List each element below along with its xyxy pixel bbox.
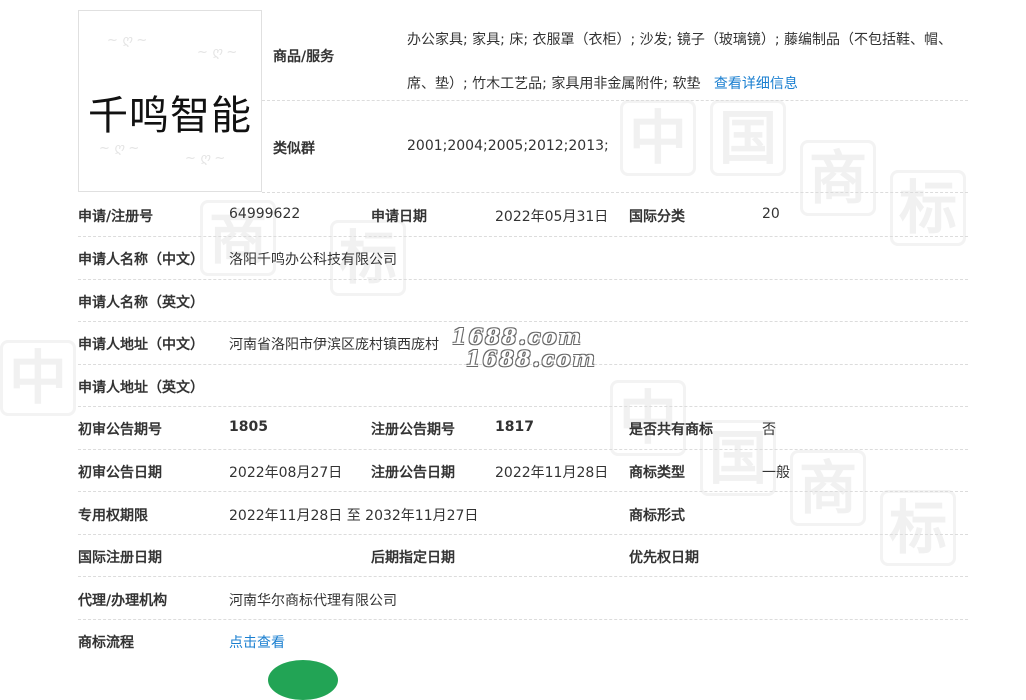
prelim-date-value: 2022年08月27日 — [229, 465, 343, 481]
applicant-cn-label: 申请人名称（中文） — [78, 252, 204, 268]
logo-background-pattern: ~ ღ ~ — [185, 151, 226, 166]
goods-value: 办公家具; 家具; 床; 衣服罩（衣柜）; 沙发; 镜子（玻璃镜）; 藤编制品（… — [407, 32, 952, 92]
watermark-tile: 商 — [800, 140, 876, 216]
divider — [78, 534, 968, 535]
prelim-issue-label: 初审公告期号 — [78, 422, 162, 438]
applicant-en-label: 申请人名称（英文） — [78, 295, 204, 311]
intl-class-label: 国际分类 — [629, 209, 685, 225]
watermark-tile: 商 — [790, 450, 866, 526]
similar-group-label: 类似群 — [273, 141, 315, 157]
view-process-link[interactable]: 点击查看 — [229, 632, 285, 652]
apply-date-label: 申请日期 — [371, 209, 427, 225]
divider — [262, 192, 968, 193]
divider — [78, 491, 968, 492]
tm-form-label: 商标形式 — [629, 508, 685, 524]
reg-date-label: 注册公告日期 — [371, 465, 455, 481]
divider — [78, 321, 968, 322]
divider — [78, 619, 968, 620]
site-watermark: 1688.com — [466, 346, 597, 371]
shared-value: 否 — [762, 422, 776, 438]
logo-background-pattern: ~ ღ ~ — [99, 141, 140, 156]
view-details-link[interactable]: 查看详细信息 — [714, 76, 798, 92]
divider — [78, 406, 968, 407]
tm-type-value: 一般 — [762, 465, 790, 481]
trademark-image: ~ ღ ~ ~ ღ ~ ~ ღ ~ ~ ღ ~ 千鸣智能 — [78, 10, 262, 192]
watermark-tile: 中 — [610, 380, 686, 456]
divider — [78, 449, 968, 450]
exclusive-period-label: 专用权期限 — [78, 508, 148, 524]
divider — [262, 100, 968, 101]
exclusive-period-value: 2022年11月28日 至 2032年11月27日 — [229, 508, 479, 524]
prelim-issue-value: 1805 — [229, 419, 268, 435]
later-designation-label: 后期指定日期 — [371, 550, 455, 566]
apply-date-value: 2022年05月31日 — [495, 209, 609, 225]
logo-background-pattern: ~ ღ ~ — [107, 33, 148, 48]
agent-value: 河南华尔商标代理有限公司 — [229, 593, 397, 609]
reg-date-value: 2022年11月28日 — [495, 465, 609, 481]
watermark-tile: 国 — [710, 100, 786, 176]
applicant-cn-value: 洛阳千鸣办公科技有限公司 — [229, 252, 397, 268]
intl-class-value: 20 — [762, 206, 780, 222]
address-cn-label: 申请人地址（中文） — [78, 337, 204, 353]
divider — [78, 576, 968, 577]
goods-label: 商品/服务 — [273, 49, 335, 65]
address-en-label: 申请人地址（英文） — [78, 380, 204, 396]
similar-group-value: 2001;2004;2005;2012;2013; — [407, 138, 609, 154]
divider — [78, 279, 968, 280]
divider — [78, 236, 968, 237]
address-cn-value: 河南省洛阳市伊滨区庞村镇西庞村 — [229, 337, 439, 353]
green-badge-partial — [268, 660, 338, 700]
agent-label: 代理/办理机构 — [78, 593, 168, 609]
goods-list: 办公家具; 家具; 床; 衣服罩（衣柜）; 沙发; 镜子（玻璃镜）; 藤编制品（… — [407, 18, 967, 106]
reg-issue-value: 1817 — [495, 419, 534, 435]
trademark-name: 千鸣智能 — [88, 93, 252, 139]
watermark-tile: 中 — [620, 100, 696, 176]
reg-no-value: 64999622 — [229, 206, 301, 222]
tm-type-label: 商标类型 — [629, 465, 685, 481]
logo-background-pattern: ~ ღ ~ — [197, 45, 238, 60]
process-label: 商标流程 — [78, 635, 134, 651]
reg-no-label: 申请/注册号 — [78, 209, 154, 225]
priority-date-label: 优先权日期 — [629, 550, 699, 566]
reg-issue-label: 注册公告期号 — [371, 422, 455, 438]
watermark-tile: 标 — [890, 170, 966, 246]
prelim-date-label: 初审公告日期 — [78, 465, 162, 481]
watermark-tile: 中 — [0, 340, 76, 416]
intl-reg-date-label: 国际注册日期 — [78, 550, 162, 566]
shared-label: 是否共有商标 — [629, 422, 713, 438]
watermark-tile: 标 — [880, 490, 956, 566]
